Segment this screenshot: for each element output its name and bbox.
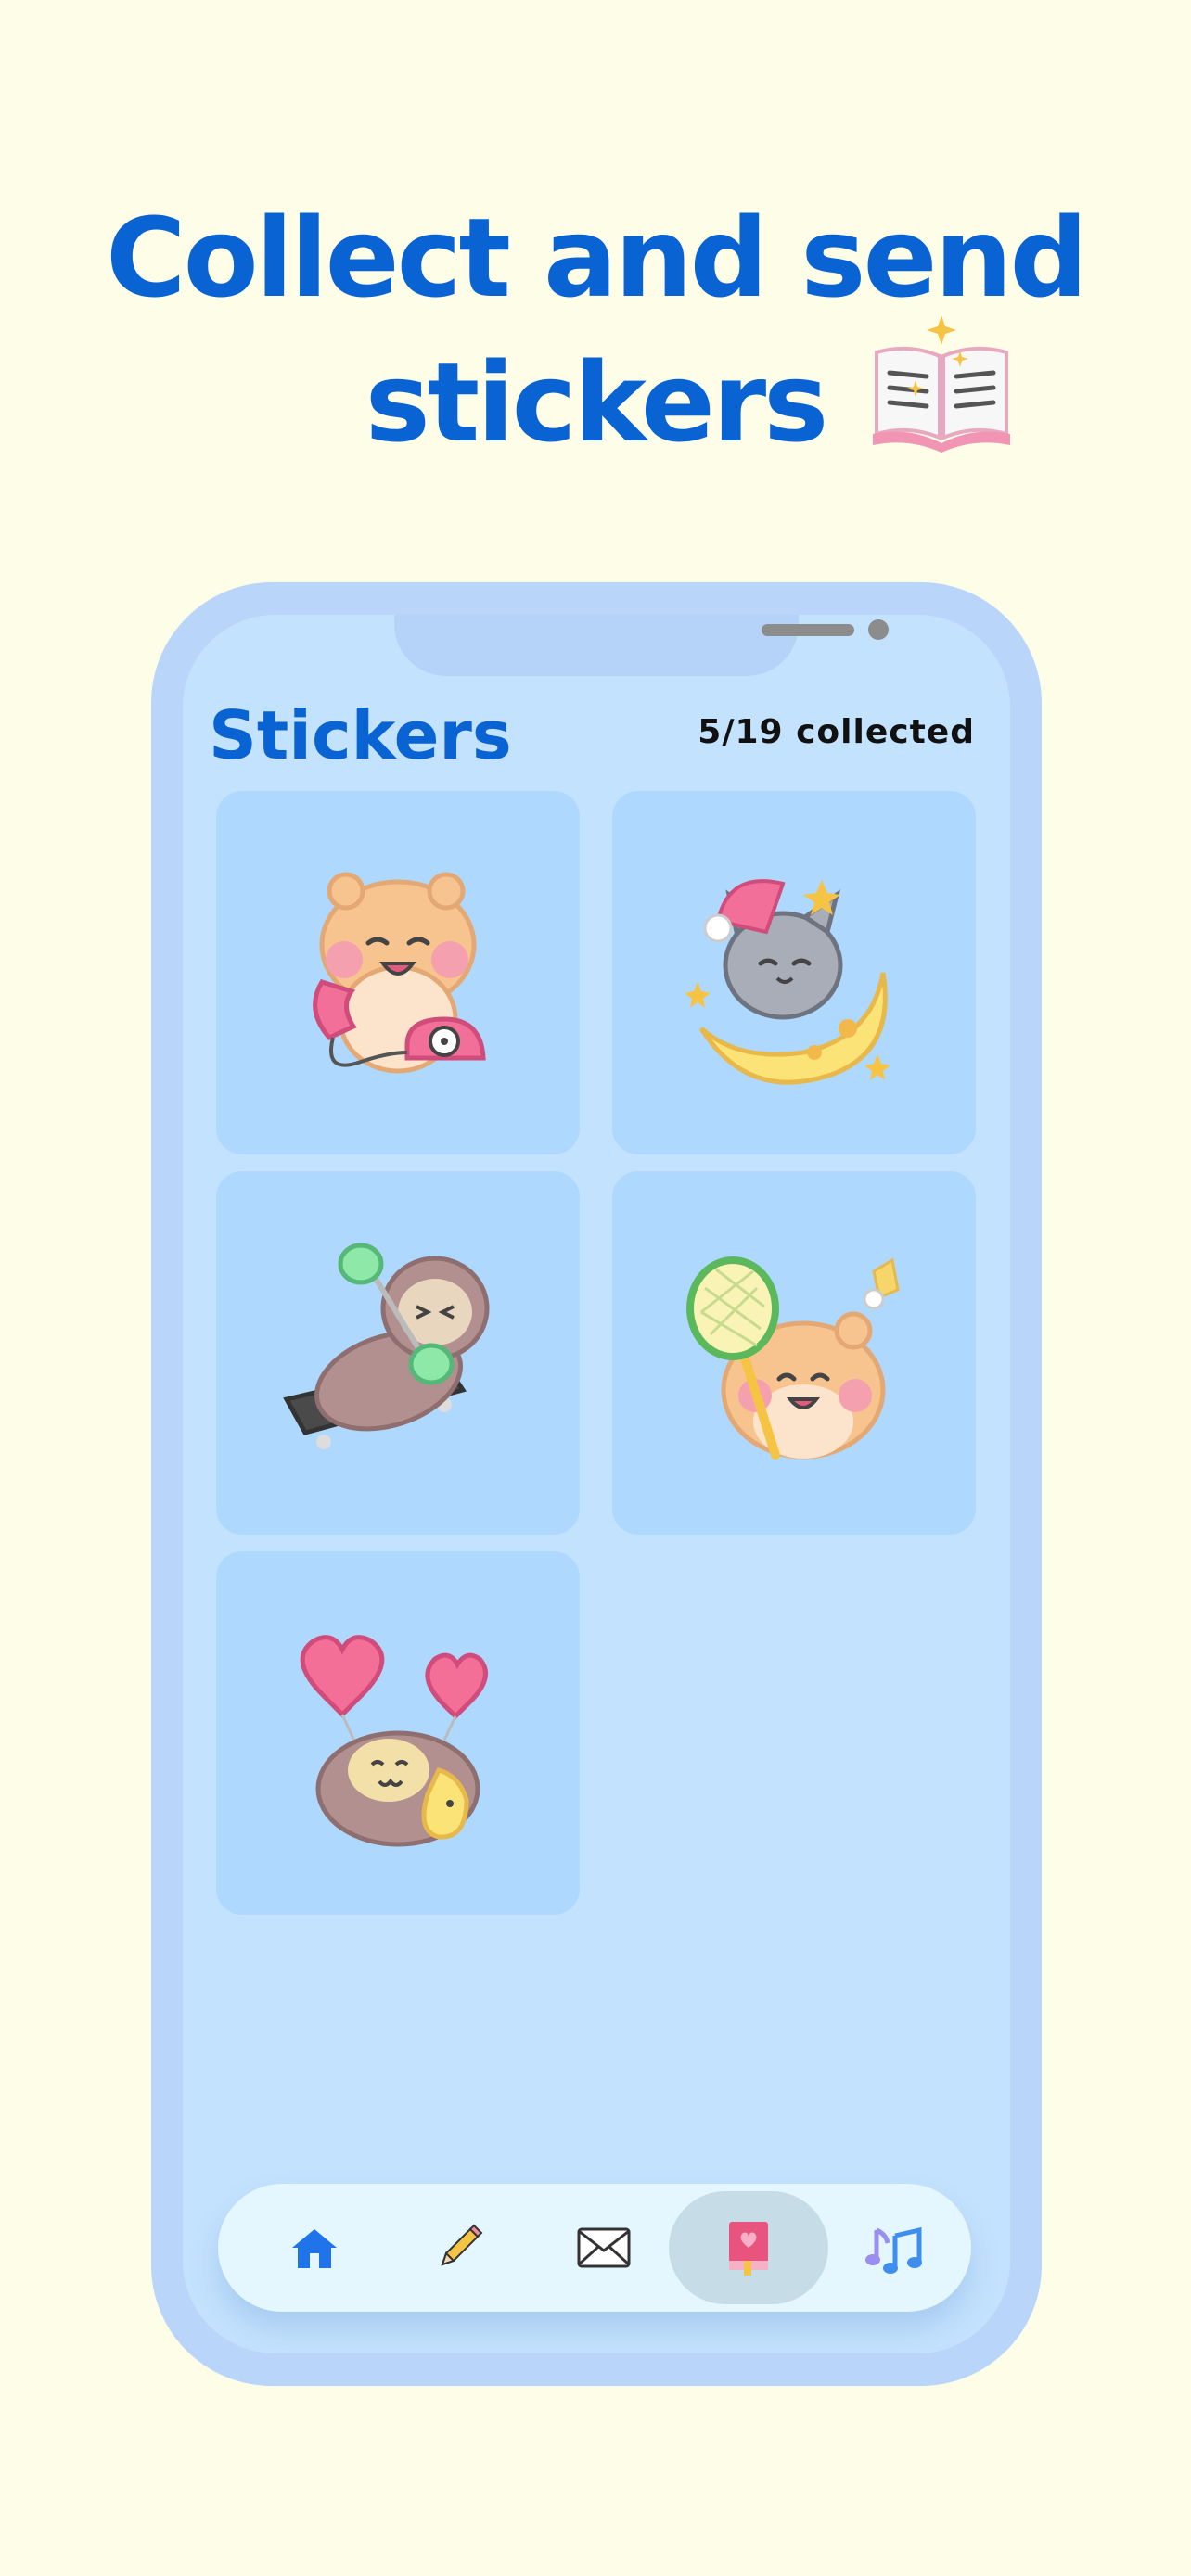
headline-line-2: stickers xyxy=(365,338,829,466)
collected-count: 5/19 collected xyxy=(698,713,975,751)
speaker-grille xyxy=(762,624,854,636)
bottom-tab-bar xyxy=(218,2184,971,2312)
cat-moon-sticker xyxy=(685,879,890,1085)
headline-line-1: Collect and send xyxy=(106,194,1088,322)
tab-mail[interactable] xyxy=(524,2191,684,2304)
monkey-balloons-sticker xyxy=(300,1635,488,1847)
phone-notch xyxy=(394,615,889,676)
sticker-tile[interactable] xyxy=(216,1171,580,1535)
page-title: Stickers xyxy=(209,696,512,774)
phone-screen: Stickers 5/19 collected xyxy=(183,615,1010,2353)
open-book-sparkle-icon xyxy=(873,315,1010,453)
music-notes-icon xyxy=(865,2226,922,2274)
home-icon xyxy=(292,2229,337,2268)
pencil-icon xyxy=(441,2224,483,2266)
tab-stickers[interactable] xyxy=(669,2191,828,2304)
sloth-workout-sticker xyxy=(283,1243,490,1449)
hamster-phone-sticker xyxy=(313,872,486,1074)
camera-dot xyxy=(868,619,889,640)
sticker-tile[interactable] xyxy=(612,1171,976,1535)
sticker-tile[interactable] xyxy=(612,791,976,1154)
sticker-tile[interactable] xyxy=(216,1551,580,1915)
tab-write[interactable] xyxy=(379,2191,539,2304)
envelope-icon xyxy=(577,2227,631,2268)
sticker-tile[interactable] xyxy=(216,791,580,1154)
hamster-badminton-sticker xyxy=(686,1256,900,1460)
sticker-book-icon xyxy=(729,2222,768,2276)
tab-music[interactable] xyxy=(813,2191,973,2304)
tab-home[interactable] xyxy=(235,2191,394,2304)
